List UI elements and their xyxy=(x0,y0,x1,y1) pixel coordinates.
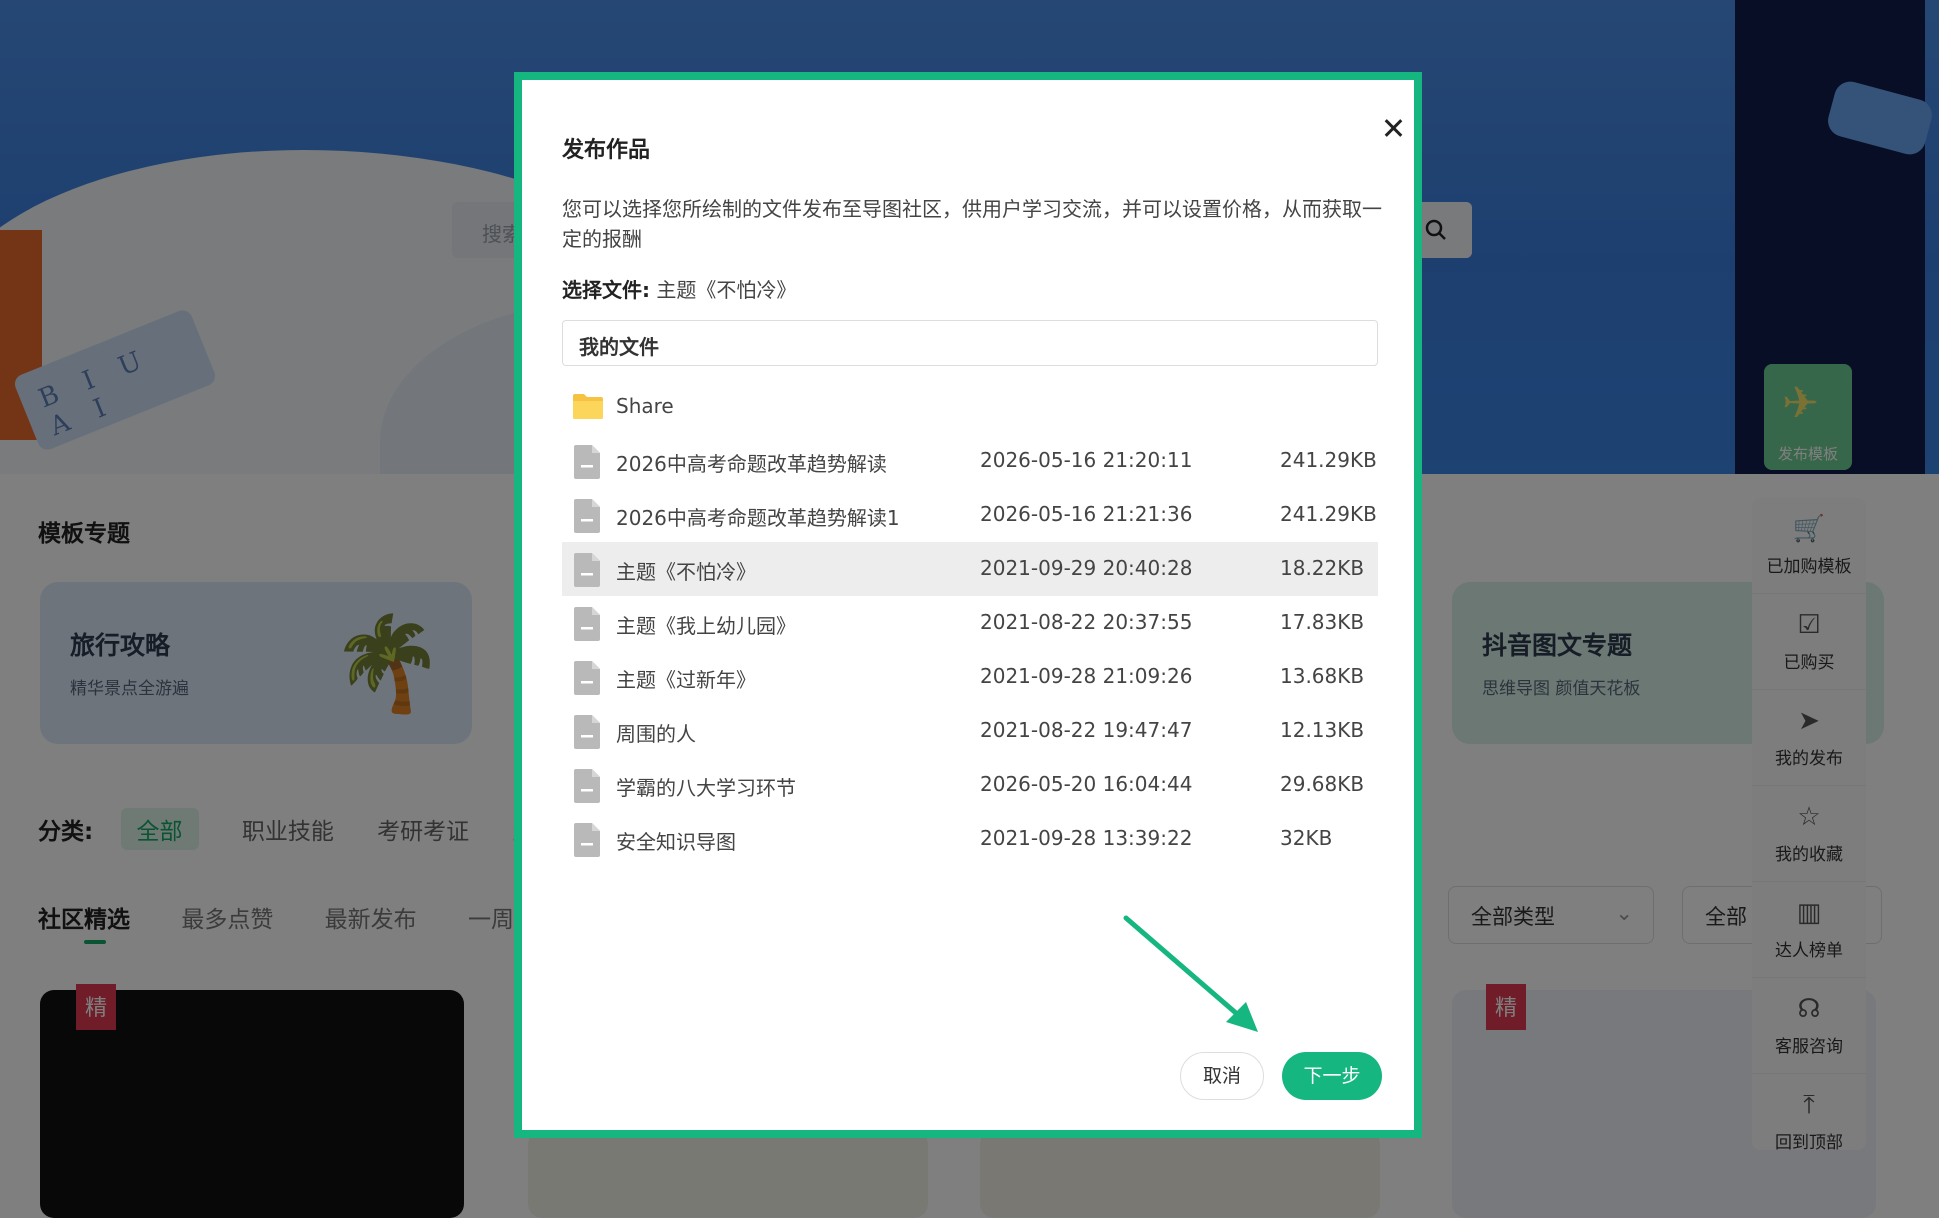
file-date: 2021-09-29 20:40:28 xyxy=(980,556,1193,580)
file-name: 周围的人 xyxy=(616,722,696,746)
file-icon xyxy=(574,769,600,803)
file-icon xyxy=(574,553,600,587)
file-name: 主题《我上幼儿园》 xyxy=(616,614,796,638)
file-date: 2021-08-22 20:37:55 xyxy=(980,610,1193,634)
file-name: 2026中高考命题改革趋势解读1 xyxy=(616,506,900,530)
publish-work-dialog: 发布作品 您可以选择您所绘制的文件发布至导图社区，供用户学习交流，并可以设置价格… xyxy=(514,72,1422,1138)
file-name: 2026中高考命题改革趋势解读 xyxy=(616,452,887,476)
my-files-header[interactable]: 我的文件 xyxy=(562,320,1378,366)
file-icon xyxy=(574,715,600,749)
file-size: 29.68KB xyxy=(1280,772,1365,796)
file-size: 13.68KB xyxy=(1280,664,1365,688)
folder-name: Share xyxy=(616,394,674,418)
file-row[interactable]: 安全知识导图 2021-09-28 13:39:22 32KB xyxy=(562,812,1378,866)
file-row[interactable]: 主题《过新年》 2021-09-28 21:09:26 13.68KB xyxy=(562,650,1378,704)
file-date: 2021-08-22 19:47:47 xyxy=(980,718,1193,742)
dialog-description: 您可以选择您所绘制的文件发布至导图社区，供用户学习交流，并可以设置价格，从而获取… xyxy=(562,197,1382,251)
selected-file-name: 主题《不怕冷》 xyxy=(656,278,797,302)
annotation-arrow xyxy=(1123,915,1258,1032)
file-name: 学霸的八大学习环节 xyxy=(616,776,796,800)
file-date: 2026-05-16 21:20:11 xyxy=(980,448,1193,472)
file-name: 主题《过新年》 xyxy=(616,668,756,692)
cancel-button[interactable]: 取消 xyxy=(1180,1052,1264,1100)
file-list: Share 2026中高考命题改革趋势解读 2026-05-16 21:20:11… xyxy=(562,380,1378,866)
file-size: 241.29KB xyxy=(1280,502,1377,526)
file-date: 2021-09-28 13:39:22 xyxy=(980,826,1193,850)
folder-icon xyxy=(573,394,603,419)
file-size: 32KB xyxy=(1280,826,1333,850)
file-row[interactable]: 2026中高考命题改革趋势解读 2026-05-16 21:20:11 241.29… xyxy=(562,434,1378,488)
select-file-label: 选择文件: xyxy=(562,278,650,302)
file-row[interactable]: 周围的人 2021-08-22 19:47:47 12.13KB xyxy=(562,704,1378,758)
file-icon xyxy=(574,499,600,533)
close-icon[interactable] xyxy=(1378,114,1408,144)
file-icon xyxy=(574,445,600,479)
file-row[interactable]: 学霸的八大学习环节 2026-05-20 16:04:44 29.68KB xyxy=(562,758,1378,812)
file-row[interactable]: 主题《不怕冷》 2021-09-29 20:40:28 18.22KB xyxy=(562,542,1378,596)
file-icon xyxy=(574,607,600,641)
file-date: 2021-09-28 21:09:26 xyxy=(980,664,1193,688)
file-name: 主题《不怕冷》 xyxy=(616,560,756,584)
file-date: 2026-05-20 16:04:44 xyxy=(980,772,1193,796)
file-size: 18.22KB xyxy=(1280,556,1365,580)
file-date: 2026-05-16 21:21:36 xyxy=(980,502,1193,526)
selected-file-line: 选择文件: 主题《不怕冷》 xyxy=(562,274,796,303)
file-row[interactable]: 2026中高考命题改革趋势解读1 2026-05-16 21:21:36 241.2… xyxy=(562,488,1378,542)
file-size: 241.29KB xyxy=(1280,448,1377,472)
file-name: 安全知识导图 xyxy=(616,830,736,854)
file-icon xyxy=(574,823,600,857)
file-row[interactable]: 主题《我上幼儿园》 2021-08-22 20:37:55 17.83KB xyxy=(562,596,1378,650)
file-size: 17.83KB xyxy=(1280,610,1365,634)
folder-row[interactable]: Share xyxy=(562,380,1378,434)
next-step-button[interactable]: 下一步 xyxy=(1282,1052,1382,1100)
file-size: 12.13KB xyxy=(1280,718,1365,742)
file-icon xyxy=(574,661,600,695)
dialog-title: 发布作品 xyxy=(562,138,651,163)
